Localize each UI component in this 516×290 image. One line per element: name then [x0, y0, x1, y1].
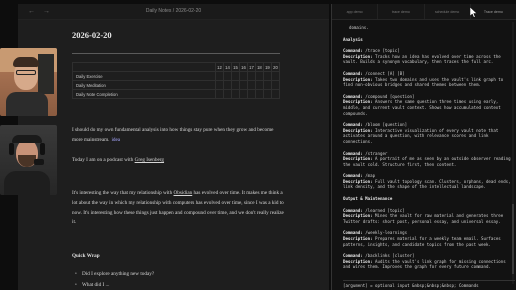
terminal-output: domains. Analysis Command: /trace [topic…: [343, 25, 511, 276]
title-bar: ← → Daily Notes / 2026-02-20: [18, 4, 329, 20]
command-block: Command: /weekly-learnings Description: …: [343, 230, 501, 247]
habit-cell[interactable]: [270, 71, 281, 81]
command-block: Command: /compound [question] Descriptio…: [343, 93, 501, 116]
habit-cell[interactable]: [254, 80, 264, 90]
habit-cell[interactable]: [223, 71, 232, 81]
table-header-day: 16: [238, 62, 248, 72]
command-name: /weekly-learnings: [365, 230, 408, 236]
section-heading-analysis: Analysis: [343, 36, 363, 42]
habit-name: Daily Exercise: [71, 71, 217, 81]
command-block: Command: /stranger Description: A portra…: [343, 150, 511, 167]
note-editor[interactable]: 2026-02-20 12 14 15 16 17 18 19 20 Daily…: [18, 20, 329, 290]
habit-cell[interactable]: [230, 80, 240, 90]
command-block: Command: /bloom [question] Description: …: [343, 122, 499, 144]
scrollbar-thumb[interactable]: [512, 204, 514, 274]
habit-cell[interactable]: [254, 71, 264, 81]
command-block: Command: /map Description: Full vault to…: [343, 173, 511, 190]
habit-name: Daily Note Completion: [71, 89, 217, 99]
habit-cell[interactable]: [246, 89, 256, 99]
table-header-day: 15: [230, 62, 240, 72]
table-row: Daily Exercise: [71, 71, 281, 81]
link-greg-isenberg[interactable]: Greg Isenberg: [135, 157, 164, 163]
habit-cell[interactable]: [238, 80, 248, 90]
command-name: /map: [365, 173, 376, 179]
table-header-blank: [71, 62, 217, 72]
habit-cell[interactable]: [246, 80, 256, 90]
terminal-footer: [argument] = optional input &nbsp;&nbsp;…: [343, 280, 515, 288]
table-header-row: 12 14 15 16 17 18 19 20: [71, 62, 281, 72]
habit-cell[interactable]: [230, 89, 240, 99]
list-item: What did I ...: [75, 282, 109, 288]
habit-cell[interactable]: [238, 71, 248, 81]
page-title: 2026-02-20: [72, 30, 112, 40]
webcam-video-host: [0, 48, 57, 116]
habit-cell[interactable]: [270, 80, 281, 90]
habit-name: Daily Meditation: [71, 80, 217, 90]
table-header-day: 12: [215, 62, 224, 72]
divider: [72, 53, 280, 54]
table-header-day: 17: [246, 62, 256, 72]
command-block: Command: /connect [A] [B] Description: T…: [343, 70, 504, 88]
habit-cell[interactable]: [223, 89, 232, 99]
section-heading-output: Output & Maintenance: [343, 196, 393, 202]
mouse-cursor-icon: [470, 7, 478, 18]
terminal-pane[interactable]: app demo trace demo schedule demo Trace …: [331, 4, 516, 290]
webcam-video-guest: [0, 125, 57, 195]
command-name: /bloom [question]: [365, 122, 408, 128]
habit-cell[interactable]: [230, 71, 240, 81]
habit-cell[interactable]: [262, 71, 272, 81]
habit-cell[interactable]: [238, 89, 248, 99]
command-name: /connect [A] [B]: [365, 70, 405, 76]
habit-tracker-table: 12 14 15 16 17 18 19 20 Daily Exercise D…: [71, 62, 281, 99]
command-block: Command: /learned [topic] Description: M…: [343, 207, 504, 224]
habit-cell[interactable]: [262, 89, 272, 99]
command-name: /backlinks [cluster]: [365, 253, 415, 259]
table-header-day: 18: [254, 62, 264, 72]
command-name: /compound [question]: [365, 93, 415, 99]
habit-cell[interactable]: [262, 80, 272, 90]
paragraph-idea: I should do my own fundamental analysis …: [72, 126, 284, 146]
paragraph-obsidian: It's interesting the way that my relatio…: [72, 189, 284, 228]
table-header-day: 19: [262, 62, 272, 72]
intro-line: domains.: [349, 25, 369, 30]
habit-cell[interactable]: [215, 89, 224, 99]
habit-cell[interactable]: [223, 80, 232, 90]
tab-trace-demo[interactable]: trace demo: [378, 4, 425, 19]
table-header-day: 20: [270, 62, 281, 72]
habit-cell[interactable]: [254, 89, 264, 99]
paragraph-text: Today I am on a podcast with: [72, 157, 135, 163]
link-obsidian[interactable]: Obsidian: [174, 190, 193, 196]
tag-idea[interactable]: idea: [111, 137, 120, 143]
window-title: Daily Notes / 2026-02-20: [145, 8, 202, 14]
table-row: Daily Meditation: [71, 80, 281, 90]
tab-schedule-demo[interactable]: schedule demo: [425, 4, 471, 19]
paragraph-text: I should do my own fundamental analysis …: [72, 127, 274, 143]
table-row: Daily Note Completion: [71, 89, 281, 99]
table-header-day: 14: [223, 62, 232, 72]
command-block: Command: /backlinks [cluster] Descriptio…: [343, 253, 506, 270]
habit-cell[interactable]: [215, 71, 224, 81]
tab-app-demo[interactable]: app demo: [332, 4, 379, 19]
list-item: Did I explore anything new today?: [75, 271, 154, 277]
habit-cell[interactable]: [215, 80, 224, 90]
command-block: Command: /trace [topic] Description: Tra…: [343, 48, 501, 65]
command-name: /trace [topic]: [365, 48, 400, 54]
paragraph-podcast: Today I am on a podcast with Greg Isenbe…: [72, 156, 284, 166]
tab-bar: app demo trace demo schedule demo Trace …: [332, 4, 516, 20]
command-name: /learned [topic]: [365, 207, 405, 213]
paragraph-text: It's interesting the way that my relatio…: [72, 190, 174, 196]
habit-cell[interactable]: [246, 71, 256, 81]
quick-wrap-heading: Quick Wrap: [72, 253, 100, 259]
habit-cell[interactable]: [270, 89, 281, 99]
command-name: /stranger: [365, 150, 388, 156]
